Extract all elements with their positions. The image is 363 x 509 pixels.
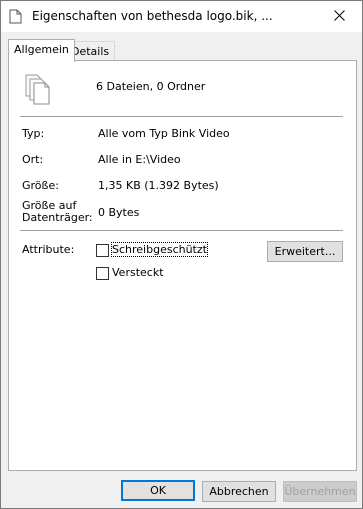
title-bar: Eigenschaften von bethesda logo.bik, ...	[1, 1, 362, 32]
tab-details-label: Details	[71, 45, 110, 58]
location-value: Alle in E:\Video	[98, 153, 181, 166]
advanced-button[interactable]: Erweitert...	[267, 241, 343, 262]
type-value: Alle vom Typ Bink Video	[98, 127, 230, 140]
close-button[interactable]	[316, 1, 362, 32]
window-title: Eigenschaften von bethesda logo.bik, ...	[32, 9, 273, 23]
disk-size-label-line2: Datenträger:	[22, 211, 93, 224]
cancel-button[interactable]: Abbrechen	[202, 481, 276, 502]
divider	[20, 230, 343, 231]
properties-dialog: Eigenschaften von bethesda logo.bik, ...…	[0, 0, 363, 509]
divider	[20, 116, 343, 117]
ok-button[interactable]: OK	[121, 480, 195, 501]
location-label: Ort:	[22, 153, 44, 166]
cancel-button-label: Abbrechen	[209, 485, 269, 498]
file-count-summary: 6 Dateien, 0 Ordner	[96, 80, 206, 93]
readonly-checkbox[interactable]	[96, 244, 109, 257]
size-label: Größe:	[22, 179, 59, 192]
tab-general[interactable]: Allgemein	[8, 39, 75, 62]
multiple-files-icon	[23, 72, 57, 106]
apply-button: Übernehmen	[283, 481, 357, 502]
hidden-label[interactable]: Versteckt	[112, 266, 164, 279]
hidden-checkbox[interactable]	[96, 267, 109, 280]
attributes-label: Attribute:	[22, 243, 75, 256]
apply-button-label: Übernehmen	[284, 485, 356, 498]
tab-general-label: Allgemein	[14, 43, 69, 56]
readonly-label[interactable]: Schreibgeschützt	[111, 242, 208, 257]
disk-size-value: 0 Bytes	[98, 206, 140, 219]
advanced-button-label: Erweitert...	[274, 245, 336, 258]
type-label: Typ:	[22, 127, 45, 140]
general-panel: 6 Dateien, 0 Ordner Typ: Alle vom Typ Bi…	[8, 60, 357, 471]
ok-button-label: OK	[150, 484, 166, 497]
close-icon	[333, 9, 345, 24]
size-value: 1,35 KB (1.392 Bytes)	[98, 179, 219, 192]
document-icon	[9, 9, 22, 24]
